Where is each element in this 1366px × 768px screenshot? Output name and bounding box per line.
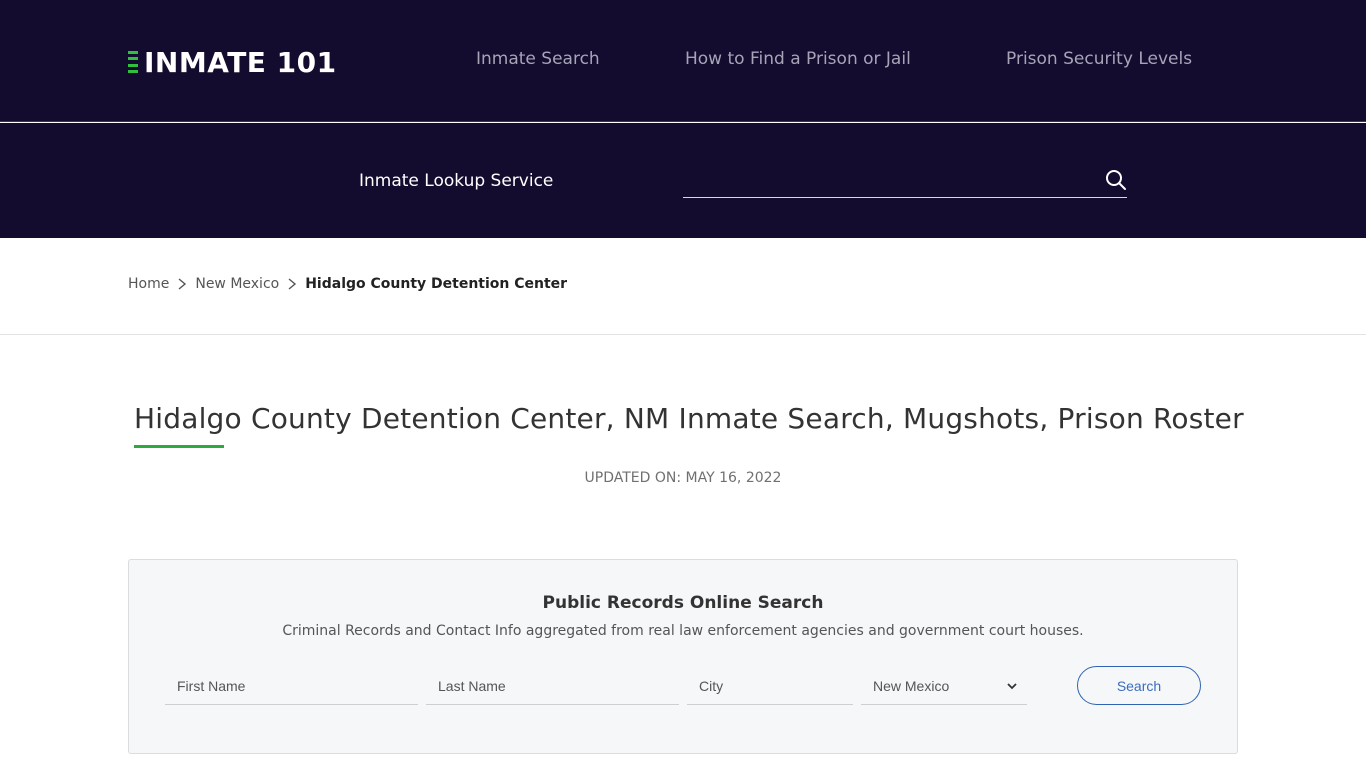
state-field: New Mexico — [861, 668, 1027, 705]
main-nav: Inmate Search How to Find a Prison or Ja… — [0, 49, 1366, 73]
lookup-search-field — [683, 163, 1127, 198]
search-box-subtitle: Criminal Records and Contact Info aggreg… — [282, 623, 1084, 639]
nav-prison-security-levels[interactable]: Prison Security Levels — [1006, 49, 1192, 69]
inmate-lookup-bar: Inmate Lookup Service — [0, 123, 1366, 238]
lookup-search-input[interactable] — [683, 163, 1083, 197]
breadcrumb-home[interactable]: Home — [128, 276, 169, 292]
title-underline — [134, 445, 224, 448]
chevron-right-icon — [288, 278, 297, 290]
city-field — [687, 668, 853, 705]
last-name-input[interactable] — [426, 668, 679, 704]
breadcrumb-new-mexico[interactable]: New Mexico — [195, 276, 279, 292]
page-title: Hidalgo County Detention Center, NM Inma… — [134, 402, 1244, 435]
search-icon[interactable] — [1105, 169, 1127, 191]
top-navigation-bar: INMATE 101 Inmate Search How to Find a P… — [0, 0, 1366, 122]
lookup-label: Inmate Lookup Service — [359, 171, 554, 191]
state-select[interactable]: New Mexico — [861, 668, 1027, 704]
nav-inmate-search[interactable]: Inmate Search — [476, 49, 600, 69]
public-records-search-box: Public Records Online Search Criminal Re… — [128, 559, 1238, 754]
breadcrumb: Home New Mexico Hidalgo County Detention… — [128, 276, 567, 292]
breadcrumb-current: Hidalgo County Detention Center — [305, 276, 568, 292]
first-name-input[interactable] — [165, 668, 418, 704]
updated-date: UPDATED ON: MAY 16, 2022 — [584, 470, 782, 486]
city-input[interactable] — [687, 668, 853, 704]
search-box-title: Public Records Online Search — [542, 593, 824, 613]
chevron-right-icon — [178, 278, 187, 290]
first-name-field — [165, 668, 418, 705]
breadcrumb-bar: Home New Mexico Hidalgo County Detention… — [0, 238, 1366, 335]
search-button[interactable]: Search — [1077, 666, 1201, 705]
last-name-field — [426, 668, 679, 705]
nav-how-to-find-prison[interactable]: How to Find a Prison or Jail — [685, 49, 911, 69]
